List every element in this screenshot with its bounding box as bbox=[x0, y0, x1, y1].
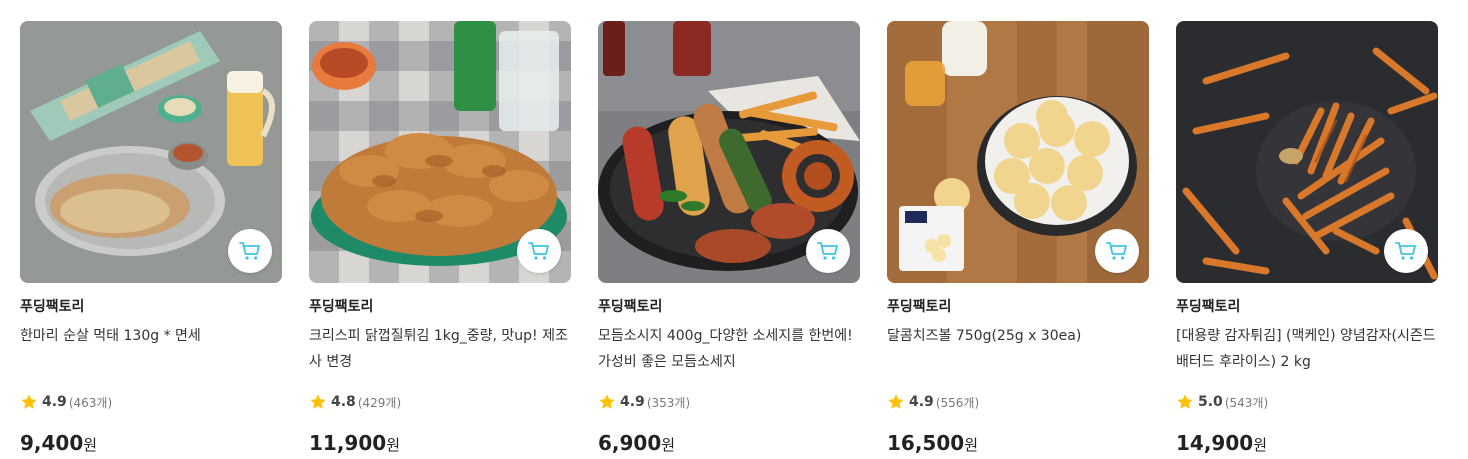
price-currency: 원 bbox=[83, 436, 98, 454]
cart-icon bbox=[817, 242, 838, 260]
price-currency: 원 bbox=[964, 436, 978, 454]
cart-icon bbox=[239, 242, 260, 260]
cart-icon bbox=[1395, 242, 1416, 260]
review-count: (463개) bbox=[68, 395, 113, 410]
product-grid: 푸딩팩토리 한마리 순살 먹태 130g * 면세 4.9 (463개) 9,4… bbox=[0, 0, 1468, 459]
product-name[interactable]: 모듬소시지 400g_다양한 소세지를 한번에! 가성비 좋은 모듬소세지 bbox=[598, 323, 860, 375]
rating: 4.8 (429개) bbox=[309, 392, 571, 412]
star-icon bbox=[21, 394, 37, 409]
rating-score: 4.8 bbox=[331, 394, 356, 410]
product-card[interactable]: 푸딩팩토리 크리스피 닭껍질튀김 1kg_중량, 맛up! 제조사 변경 4.8… bbox=[309, 21, 571, 456]
star-icon bbox=[310, 394, 326, 409]
add-to-cart-button[interactable] bbox=[806, 229, 850, 273]
product-name[interactable]: 크리스피 닭껍질튀김 1kg_중량, 맛up! 제조사 변경 bbox=[309, 323, 571, 375]
product-image[interactable] bbox=[598, 21, 860, 283]
product-name[interactable]: 한마리 순살 먹태 130g * 면세 bbox=[20, 323, 282, 375]
price-amount: 6,900 bbox=[598, 431, 662, 455]
price-amount: 14,900 bbox=[1176, 431, 1254, 455]
review-count: (353개) bbox=[646, 395, 691, 410]
brand-name: 푸딩팩토리 bbox=[598, 299, 663, 315]
price-amount: 11,900 bbox=[309, 431, 387, 455]
price: 9,400원 bbox=[20, 430, 282, 456]
rating-score: 4.9 bbox=[909, 394, 934, 410]
rating-score: 4.9 bbox=[620, 394, 645, 410]
add-to-cart-button[interactable] bbox=[1384, 229, 1428, 273]
rating-score: 4.9 bbox=[42, 394, 67, 410]
product-card[interactable]: 푸딩팩토리 한마리 순살 먹태 130g * 면세 4.9 (463개) 9,4… bbox=[20, 21, 282, 456]
star-icon bbox=[888, 394, 904, 409]
review-count: (429개) bbox=[357, 395, 402, 410]
brand-name: 푸딩팩토리 bbox=[1176, 299, 1241, 315]
price-currency: 원 bbox=[661, 436, 676, 454]
review-count: (543개) bbox=[1224, 395, 1269, 410]
cart-icon bbox=[1106, 242, 1127, 260]
add-to-cart-button[interactable] bbox=[1095, 229, 1139, 273]
product-image[interactable] bbox=[1176, 21, 1438, 283]
price-currency: 원 bbox=[386, 436, 400, 454]
rating-score: 5.0 bbox=[1198, 394, 1223, 410]
product-name[interactable]: [대용량 감자튀김] (맥케인) 양념감자(시즌드 배터드 후라이스) 2 kg bbox=[1176, 323, 1438, 375]
product-image[interactable] bbox=[887, 21, 1149, 283]
star-icon bbox=[1177, 394, 1193, 409]
product-card[interactable]: 푸딩팩토리 모듬소시지 400g_다양한 소세지를 한번에! 가성비 좋은 모듬… bbox=[598, 21, 860, 456]
price-currency: 원 bbox=[1253, 436, 1267, 454]
brand-name: 푸딩팩토리 bbox=[887, 299, 952, 315]
price: 14,900원 bbox=[1176, 430, 1438, 456]
price: 6,900원 bbox=[598, 430, 860, 456]
brand-name: 푸딩팩토리 bbox=[20, 299, 85, 315]
brand-name: 푸딩팩토리 bbox=[309, 299, 374, 315]
add-to-cart-button[interactable] bbox=[517, 229, 561, 273]
rating: 4.9 (353개) bbox=[598, 392, 860, 412]
product-card[interactable]: 푸딩팩토리 [대용량 감자튀김] (맥케인) 양념감자(시즌드 배터드 후라이스… bbox=[1176, 21, 1438, 456]
rating: 4.9 (463개) bbox=[20, 392, 282, 412]
rating: 5.0 (543개) bbox=[1176, 392, 1438, 412]
product-image[interactable] bbox=[20, 21, 282, 283]
price: 11,900원 bbox=[309, 430, 571, 456]
cart-icon bbox=[528, 242, 549, 260]
product-image[interactable] bbox=[309, 21, 571, 283]
price: 16,500원 bbox=[887, 430, 1149, 456]
price-amount: 9,400 bbox=[20, 431, 84, 455]
add-to-cart-button[interactable] bbox=[228, 229, 272, 273]
price-amount: 16,500 bbox=[887, 431, 965, 455]
rating: 4.9 (556개) bbox=[887, 392, 1149, 412]
review-count: (556개) bbox=[935, 395, 980, 410]
product-card[interactable]: 푸딩팩토리 달콤치즈볼 750g(25g x 30ea) 4.9 (556개) … bbox=[887, 21, 1149, 456]
star-icon bbox=[599, 394, 615, 409]
product-name[interactable]: 달콤치즈볼 750g(25g x 30ea) bbox=[887, 323, 1149, 375]
